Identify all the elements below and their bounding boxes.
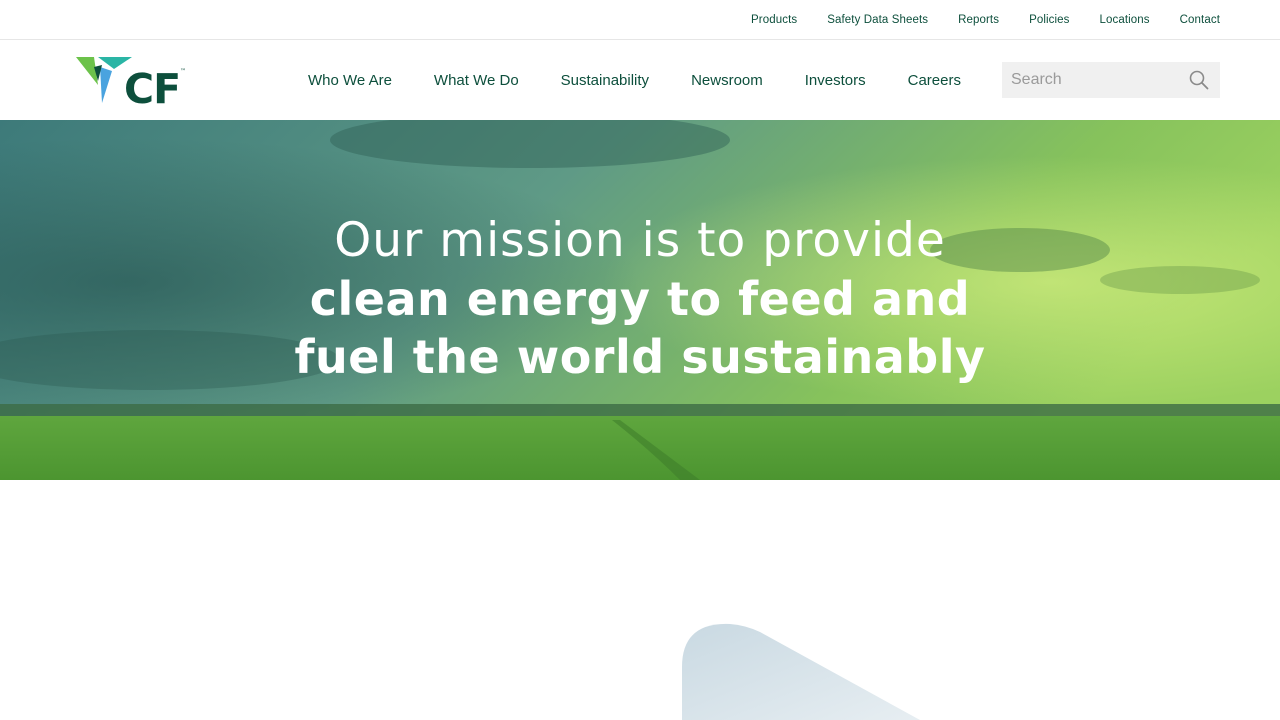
decorative-leaf-image xyxy=(682,623,920,720)
nav-item-investors[interactable]: Investors xyxy=(784,72,887,89)
hero-banner: Our mission is to provide clean energy t… xyxy=(0,120,1280,480)
main-header: CF ™ Who We Are What We Do Sustainabilit… xyxy=(0,40,1280,120)
utility-link-products[interactable]: Products xyxy=(751,14,797,26)
hero-line-1: Our mission is to provide xyxy=(334,213,946,268)
search-icon[interactable] xyxy=(1189,70,1209,90)
cf-logo[interactable]: CF ™ xyxy=(76,55,188,113)
search-box xyxy=(1002,62,1220,98)
nav-item-what-we-do[interactable]: What We Do xyxy=(413,72,540,89)
hero-line-3: fuel the world sustainably xyxy=(294,330,986,384)
utility-link-policies[interactable]: Policies xyxy=(1029,14,1069,26)
utility-nav: Products Safety Data Sheets Reports Poli… xyxy=(751,0,1220,39)
logo-text: CF xyxy=(124,65,180,107)
nav-item-sustainability[interactable]: Sustainability xyxy=(540,72,670,89)
utility-link-contact[interactable]: Contact xyxy=(1180,14,1220,26)
search-input[interactable] xyxy=(1002,62,1182,98)
utility-link-reports[interactable]: Reports xyxy=(958,14,999,26)
cf-logo-mark: CF ™ xyxy=(76,57,186,113)
utility-bar: Products Safety Data Sheets Reports Poli… xyxy=(0,0,1280,40)
hero-mission-statement: Our mission is to provide clean energy t… xyxy=(0,212,1280,386)
hero-line-2: clean energy to feed and xyxy=(309,272,971,326)
logo-trademark: ™ xyxy=(180,68,186,75)
nav-item-newsroom[interactable]: Newsroom xyxy=(670,72,784,89)
nav-item-who-we-are[interactable]: Who We Are xyxy=(287,72,413,89)
utility-link-locations[interactable]: Locations xyxy=(1100,14,1150,26)
primary-nav: Who We Are What We Do Sustainability New… xyxy=(287,40,982,120)
nav-item-careers[interactable]: Careers xyxy=(887,72,982,89)
utility-link-safety-data-sheets[interactable]: Safety Data Sheets xyxy=(827,14,928,26)
